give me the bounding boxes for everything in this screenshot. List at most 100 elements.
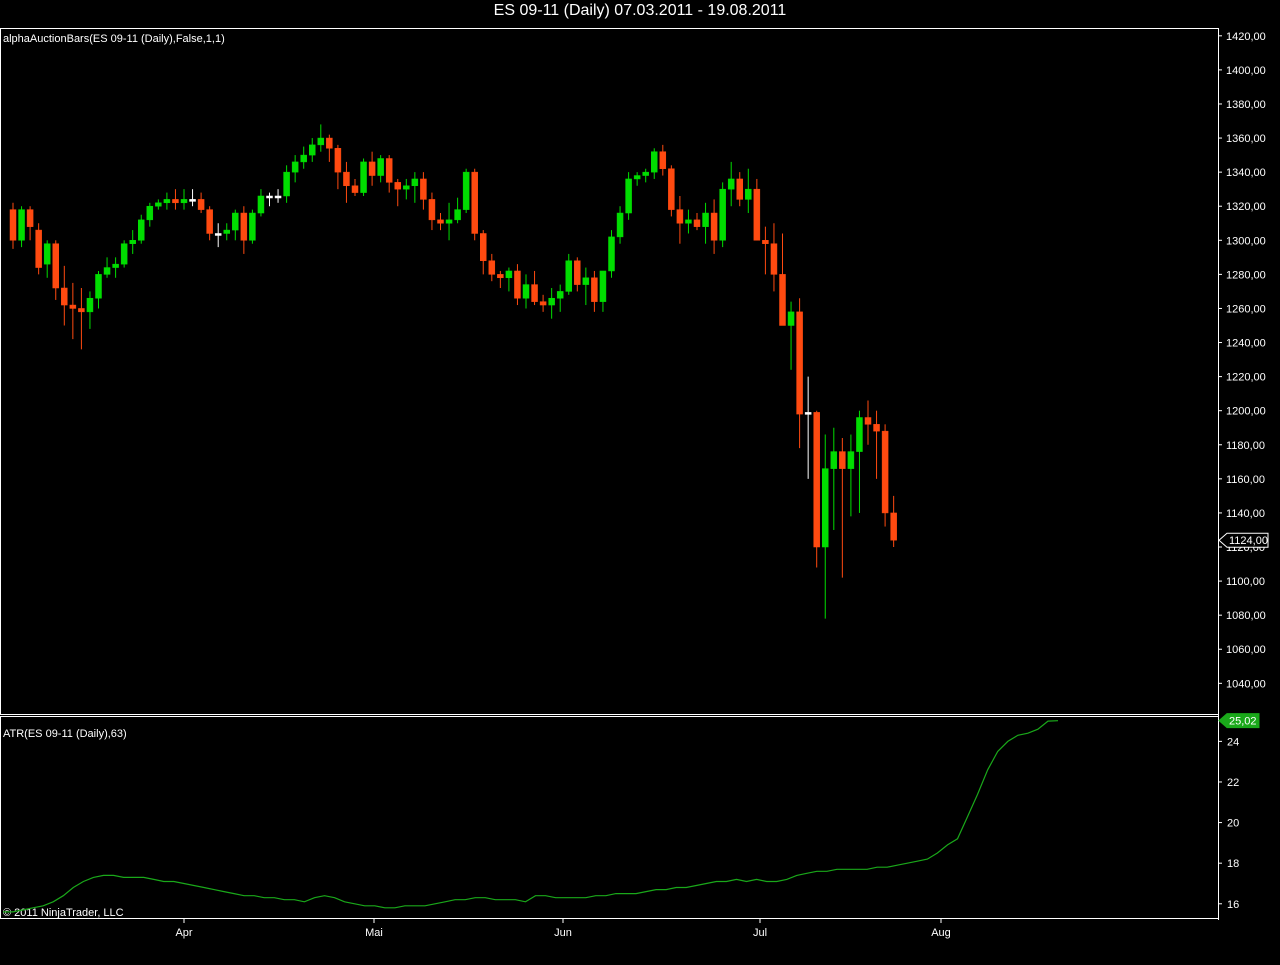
time-tick-label: Jul: [753, 927, 767, 939]
candle-body: [343, 171, 350, 187]
candle-body: [189, 199, 196, 202]
candle: [274, 189, 282, 203]
candle-body: [556, 291, 564, 299]
candle: [505, 267, 513, 292]
price-panel-label: alphaAuctionBars(ES 09-11 (Daily),False,…: [3, 33, 225, 45]
candle-body: [283, 171, 290, 197]
price-tick-label: 1300,00: [1226, 235, 1266, 247]
candle-body: [26, 209, 34, 227]
candle-body: [796, 311, 803, 415]
candle-body: [847, 451, 855, 469]
candle-body: [86, 297, 94, 313]
price-tick-label: 1040,00: [1226, 678, 1266, 690]
candle-body: [129, 240, 136, 244]
candle: [351, 178, 359, 196]
candle-body: [18, 209, 25, 241]
candle-body: [240, 212, 248, 241]
price-tick-label: 1080,00: [1226, 610, 1266, 622]
candle: [753, 178, 761, 241]
candle: [779, 233, 786, 326]
candle-body: [522, 284, 530, 299]
candle-body: [317, 137, 325, 146]
candle: [197, 192, 205, 214]
candle: [719, 182, 726, 248]
candle-body: [497, 274, 504, 279]
candle: [403, 178, 410, 200]
candle: [608, 230, 615, 278]
candle-body: [223, 229, 230, 234]
candle: [582, 267, 590, 306]
candle-body: [78, 308, 85, 313]
price-tick-label: 1320,00: [1226, 201, 1266, 213]
candle-body: [625, 178, 632, 214]
candle-body: [300, 154, 307, 163]
candle-body: [480, 233, 487, 261]
candle-body: [52, 243, 59, 289]
candle: [804, 376, 812, 479]
candle-body: [172, 199, 179, 204]
candle-body: [155, 202, 162, 207]
price-tick-label: 1140,00: [1226, 508, 1265, 520]
candle-body: [702, 212, 709, 227]
candle-body: [35, 229, 42, 268]
candle-body: [274, 195, 282, 199]
candle-body: [462, 171, 470, 210]
candle-body: [291, 161, 299, 173]
price-tick-label: 1180,00: [1226, 440, 1265, 452]
candle-body: [548, 297, 555, 306]
atr-series: [3, 720, 1059, 913]
price-tick-label: 1280,00: [1226, 269, 1266, 281]
candle-body: [719, 188, 726, 241]
candle-body: [69, 304, 77, 309]
price-tick-label: 1260,00: [1226, 303, 1266, 315]
candle-body: [890, 512, 897, 541]
candle: [266, 192, 273, 207]
atr-last-value-label: 25,02: [1229, 716, 1257, 728]
candle: [309, 138, 316, 162]
candle-body: [146, 205, 154, 221]
candle-body: [163, 199, 171, 204]
candle-body: [180, 199, 188, 204]
candle-body: [43, 243, 51, 265]
candle-body: [9, 209, 17, 241]
candle-body: [659, 151, 667, 169]
candle-body: [693, 219, 701, 227]
candle: [78, 288, 85, 350]
candle: [762, 226, 769, 275]
chart-canvas[interactable]: alphaAuctionBars(ES 09-11 (Daily),False,…: [0, 0, 1280, 965]
candle-body: [685, 219, 692, 224]
time-tick-label: Mai: [365, 927, 383, 939]
candle-body: [394, 182, 401, 190]
candle-body: [411, 178, 419, 187]
candle: [839, 437, 846, 578]
price-tick-label: 1060,00: [1226, 644, 1266, 656]
candle: [556, 284, 564, 312]
candle: [864, 400, 872, 445]
candle: [471, 168, 478, 241]
candle: [693, 213, 701, 231]
candle-body: [120, 243, 128, 265]
candle-body: [249, 212, 256, 241]
candle: [343, 161, 350, 203]
candle: [129, 230, 136, 254]
atr-last-value-marker: 25,02: [1218, 713, 1260, 729]
candle: [539, 294, 547, 312]
candle-body: [565, 260, 572, 292]
candle-body: [822, 468, 829, 548]
time-tick-label: Apr: [175, 927, 192, 939]
candle-body: [881, 430, 889, 514]
price-tick-label: 1240,00: [1226, 338, 1266, 350]
candle-body: [420, 178, 427, 200]
candle: [710, 199, 718, 254]
candle-body: [651, 151, 658, 173]
candle: [18, 206, 25, 248]
atr-line: [3, 720, 1059, 913]
candle: [411, 172, 419, 203]
price-tick-label: 1380,00: [1226, 99, 1266, 111]
candle: [385, 155, 393, 193]
candle: [480, 230, 487, 275]
price-tick-label: 1420,00: [1226, 31, 1266, 43]
candle-body: [351, 185, 359, 193]
candle-body: [360, 161, 367, 193]
candle-body: [531, 284, 538, 302]
